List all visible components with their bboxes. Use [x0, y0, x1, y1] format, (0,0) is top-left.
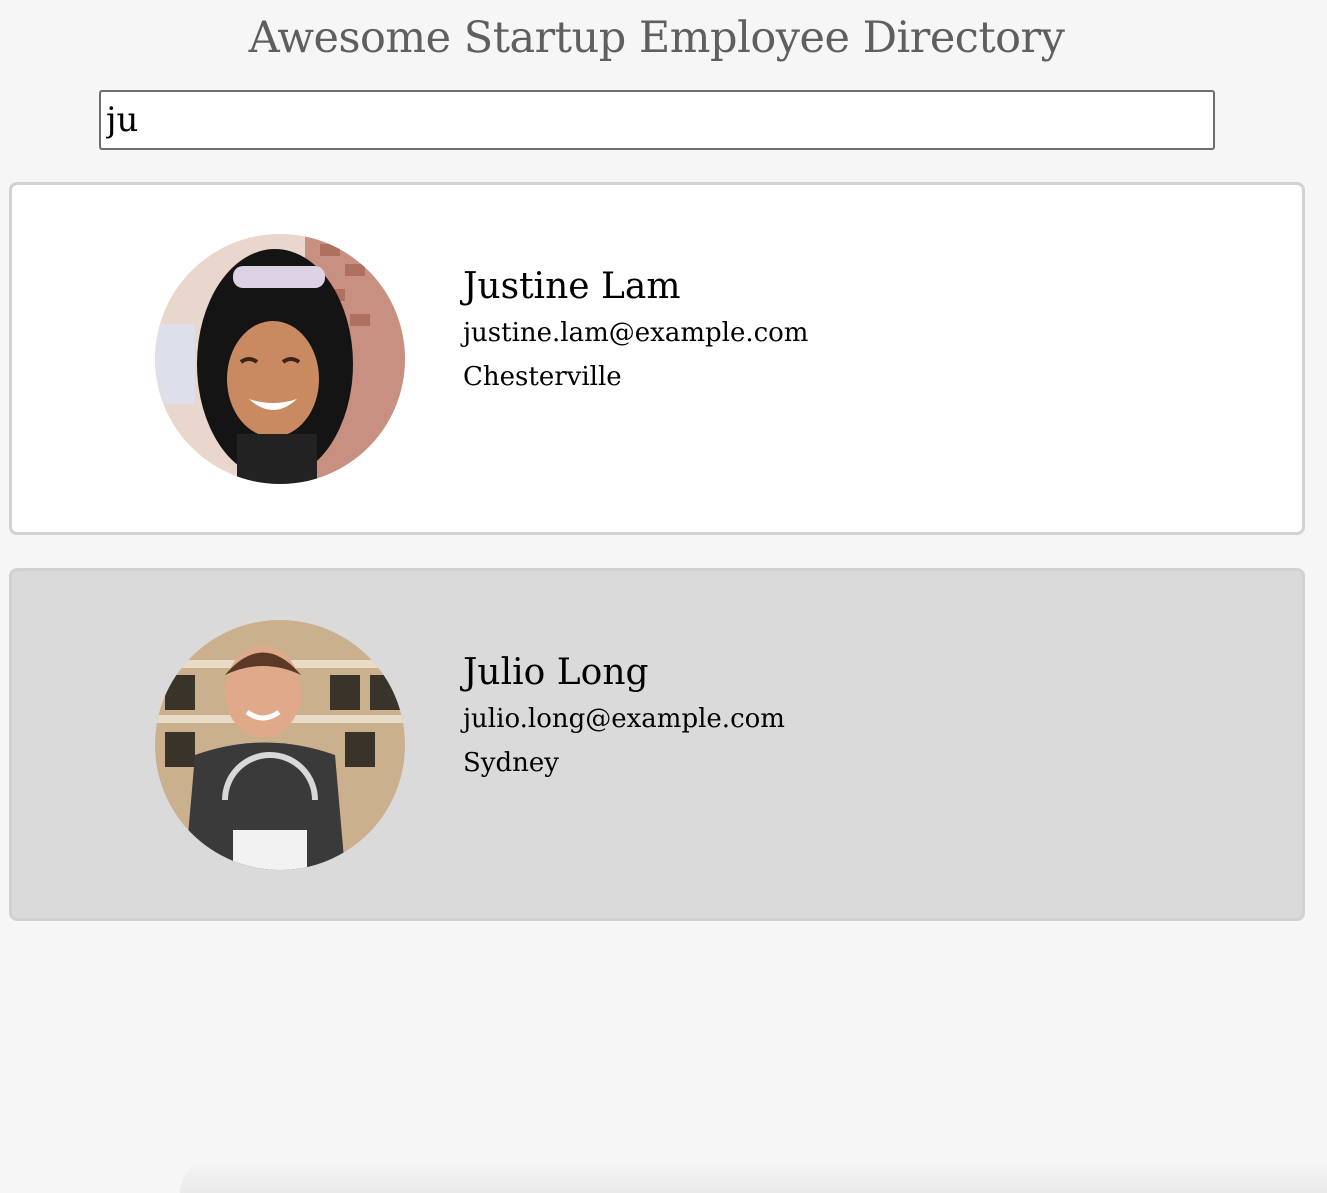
avatar — [155, 620, 405, 870]
employee-city: Chesterville — [463, 362, 622, 392]
employee-card[interactable]: Julio Long julio.long@example.com Sydney — [9, 568, 1305, 921]
employee-city: Sydney — [463, 748, 559, 778]
employee-photo — [155, 234, 405, 484]
employee-info: Justine Lam justine.lam@example.com Ches… — [463, 263, 808, 399]
employee-email: justine.lam@example.com — [463, 318, 809, 348]
page-title: Awesome Startup Employee Directory — [248, 13, 1065, 63]
search-input[interactable] — [99, 90, 1215, 150]
directory-page: Awesome Startup Employee Directory ju Ju… — [0, 0, 1327, 1193]
employee-name: Justine Lam — [463, 266, 681, 307]
employee-photo — [155, 620, 405, 870]
employee-card[interactable]: Justine Lam justine.lam@example.com Ches… — [9, 182, 1305, 535]
bottom-shadow — [180, 1160, 1327, 1193]
employee-email: julio.long@example.com — [463, 704, 785, 734]
avatar — [155, 234, 405, 484]
employee-info: Julio Long julio.long@example.com Sydney — [463, 649, 785, 785]
employee-name: Julio Long — [463, 652, 649, 693]
